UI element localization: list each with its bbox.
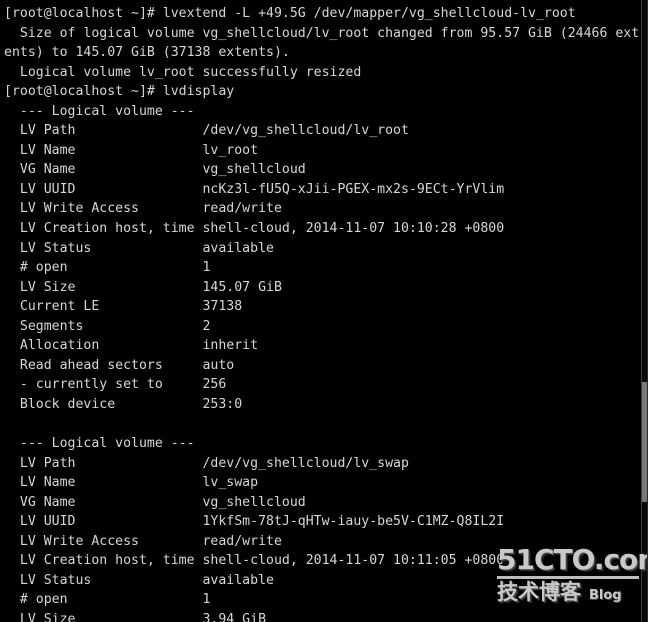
terminal-scrollbar[interactable] (641, 0, 647, 622)
terminal-line: LV Size 3.94 GiB (4, 611, 267, 622)
terminal-line: Block device 253:0 (4, 396, 243, 412)
terminal-screen[interactable]: [root@localhost ~]# lvextend -L +49.5G /… (4, 4, 647, 622)
scrollbar-thumb[interactable] (642, 382, 647, 502)
terminal-line: LV UUID ncKz3l-fU5Q-xJii-PGEX-mx2s-9ECt-… (4, 181, 505, 197)
terminal-line: LV Path /dev/vg_shellcloud/lv_root (4, 123, 409, 139)
terminal-line: LV Size 145.07 GiB (4, 279, 282, 295)
terminal-line: LV Creation host, time shell-cloud, 2014… (4, 553, 505, 569)
terminal-line: LV Path /dev/vg_shellcloud/lv_swap (4, 455, 409, 471)
terminal-line: Current LE 37138 (4, 299, 243, 315)
terminal-line: LV Status available (4, 240, 274, 256)
terminal-line: LV UUID 1YkfSm-78tJ-qHTw-iauy-be5V-C1MZ-… (4, 514, 505, 530)
terminal-line: VG Name vg_shellcloud (4, 494, 306, 510)
terminal-line: ents) to 145.07 GiB (37138 extents). (4, 45, 290, 61)
terminal-line: LV Status available (4, 572, 274, 588)
terminal-line: [root@localhost ~]# lvdisplay (4, 84, 235, 100)
terminal-line: Allocation inherit (4, 338, 259, 354)
terminal-line: --- Logical volume --- (4, 436, 195, 452)
terminal-line: [root@localhost ~]# lvextend -L +49.5G /… (4, 6, 576, 21)
terminal-line: # open 1 (4, 260, 211, 276)
terminal-line: --- Logical volume --- (4, 103, 195, 119)
terminal-line: Size of logical volume vg_shellcloud/lv_… (4, 25, 640, 41)
terminal-line: LV Name lv_root (4, 142, 259, 158)
terminal-line: Logical volume lv_root successfully resi… (4, 64, 362, 80)
terminal-line: # open 1 (4, 592, 211, 608)
terminal-line: VG Name vg_shellcloud (4, 162, 306, 178)
terminal-line: LV Creation host, time shell-cloud, 2014… (4, 221, 505, 237)
terminal-line: LV Write Access read/write (4, 533, 282, 549)
terminal-line: LV Write Access read/write (4, 201, 282, 217)
terminal-line: Segments 2 (4, 318, 211, 334)
terminal-line: Read ahead sectors auto (4, 357, 235, 373)
terminal-line: - currently set to 256 (4, 377, 227, 393)
terminal-window[interactable]: [root@localhost ~]# lvextend -L +49.5G /… (0, 0, 648, 622)
terminal-line: LV Name lv_swap (4, 475, 259, 491)
